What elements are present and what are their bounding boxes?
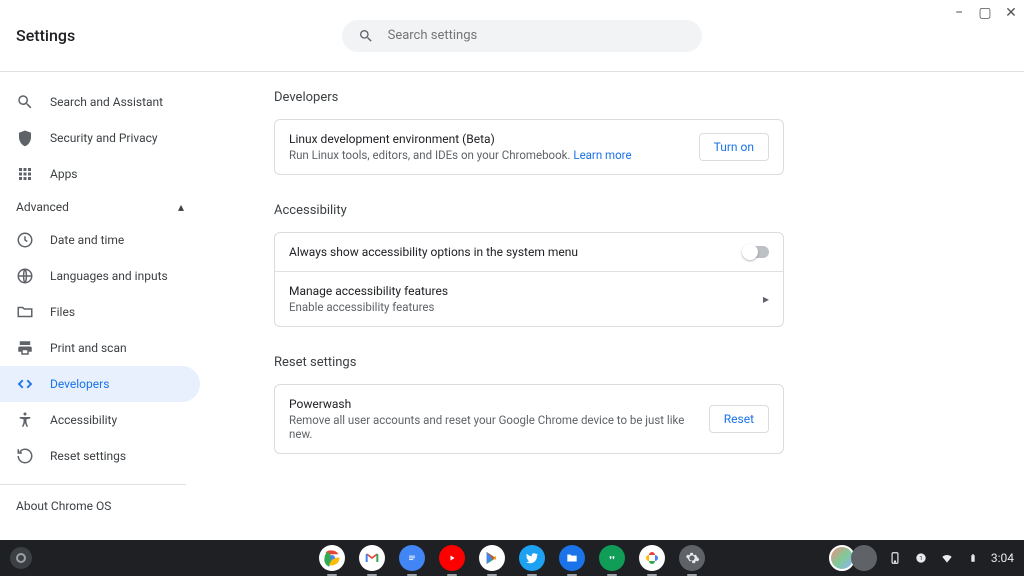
chevron-up-icon: ▴ — [178, 200, 184, 214]
sidebar-item-label: Languages and inputs — [50, 269, 168, 283]
sidebar-item-print-scan[interactable]: Print and scan — [0, 330, 200, 366]
reset-button[interactable]: Reset — [709, 405, 769, 433]
globe-icon — [16, 267, 34, 285]
turn-on-button[interactable]: Turn on — [699, 133, 769, 161]
powerwash-subtitle: Remove all user accounts and reset your … — [289, 413, 709, 441]
sidebar-item-search-assistant[interactable]: Search and Assistant — [0, 84, 200, 120]
launcher-button[interactable] — [10, 547, 32, 569]
folder-icon — [16, 303, 34, 321]
sidebar-item-reset-settings[interactable]: Reset settings — [0, 438, 200, 474]
sidebar: Search and Assistant Security and Privac… — [0, 72, 200, 540]
sidebar-item-label: Date and time — [50, 233, 124, 247]
close-button[interactable]: ✕ — [1004, 6, 1018, 20]
chrome-app-icon[interactable] — [319, 545, 345, 571]
sidebar-item-about[interactable]: About Chrome OS — [0, 484, 186, 527]
printer-icon — [16, 339, 34, 357]
sidebar-item-label: Security and Privacy — [50, 131, 158, 145]
apps-icon — [16, 165, 34, 183]
chevron-right-icon: ▸ — [763, 292, 769, 306]
manage-a11y-row[interactable]: Manage accessibility features Enable acc… — [275, 271, 783, 326]
docs-app-icon[interactable] — [399, 545, 425, 571]
always-show-a11y-title: Always show accessibility options in the… — [289, 245, 578, 259]
linux-env-subtitle: Run Linux tools, editors, and IDEs on yo… — [289, 148, 632, 162]
clock-text[interactable]: 3:04 — [991, 551, 1014, 565]
minimize-button[interactable]: − — [952, 6, 966, 20]
accessibility-icon — [16, 411, 34, 429]
section-title-developers: Developers — [274, 90, 984, 105]
section-label-text: Advanced — [16, 200, 69, 214]
maximize-button[interactable]: ▢ — [978, 6, 992, 20]
youtube-app-icon[interactable] — [439, 545, 465, 571]
notification-tray-icon[interactable]: 1 — [913, 550, 929, 566]
sidebar-item-accessibility[interactable]: Accessibility — [0, 402, 200, 438]
manage-a11y-title: Manage accessibility features — [289, 284, 448, 298]
search-box[interactable] — [342, 20, 702, 52]
search-icon — [16, 93, 34, 111]
sidebar-section-advanced[interactable]: Advanced ▴ — [0, 192, 200, 222]
search-input[interactable] — [388, 28, 686, 43]
manage-a11y-subtitle: Enable accessibility features — [289, 300, 448, 314]
section-title-accessibility: Accessibility — [274, 203, 984, 218]
restore-icon — [16, 447, 34, 465]
section-title-reset: Reset settings — [274, 355, 984, 370]
sidebar-item-apps[interactable]: Apps — [0, 156, 200, 192]
sidebar-item-languages-inputs[interactable]: Languages and inputs — [0, 258, 200, 294]
wifi-tray-icon[interactable] — [939, 550, 955, 566]
shield-icon — [16, 129, 34, 147]
twitter-app-icon[interactable] — [519, 545, 545, 571]
play-store-app-icon[interactable] — [479, 545, 505, 571]
shelf: 1 3:04 — [0, 540, 1024, 576]
sidebar-item-label: Print and scan — [50, 341, 127, 355]
linux-env-title: Linux development environment (Beta) — [289, 132, 632, 146]
settings-app-icon[interactable] — [679, 545, 705, 571]
code-icon — [16, 375, 34, 393]
gmail-app-icon[interactable] — [359, 545, 385, 571]
powerwash-title: Powerwash — [289, 397, 709, 411]
sidebar-item-date-time[interactable]: Date and time — [0, 222, 200, 258]
circle-icon — [16, 553, 26, 563]
sidebar-item-label: Reset settings — [50, 449, 126, 463]
search-icon — [358, 28, 374, 44]
battery-tray-icon[interactable] — [965, 550, 981, 566]
sidebar-item-label: Developers — [50, 377, 109, 391]
files-app-icon[interactable] — [559, 545, 585, 571]
sidebar-item-developers[interactable]: Developers — [0, 366, 200, 402]
hangouts-app-icon[interactable] — [599, 545, 625, 571]
sidebar-item-files[interactable]: Files — [0, 294, 200, 330]
sidebar-item-label: Accessibility — [50, 413, 117, 427]
svg-text:1: 1 — [919, 556, 922, 562]
photos-app-icon[interactable] — [639, 545, 665, 571]
sidebar-item-security-privacy[interactable]: Security and Privacy — [0, 120, 200, 156]
sidebar-item-label: Apps — [50, 167, 78, 181]
phone-tray-icon[interactable] — [887, 550, 903, 566]
clock-icon — [16, 231, 34, 249]
page-title: Settings — [16, 26, 75, 45]
user-avatar-secondary[interactable] — [851, 545, 877, 571]
sidebar-item-label: Search and Assistant — [50, 95, 163, 109]
sidebar-item-label: Files — [50, 305, 75, 319]
always-show-a11y-toggle[interactable] — [743, 246, 769, 258]
learn-more-link[interactable]: Learn more — [573, 148, 631, 162]
